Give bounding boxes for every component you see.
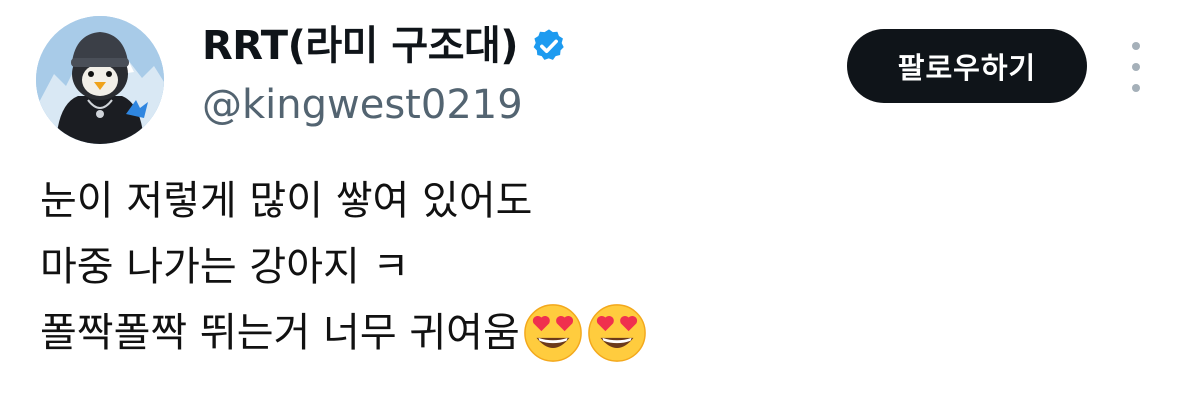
more-dot bbox=[1132, 63, 1140, 71]
tweet-line-text: 마중 나가는 강아지 ㅋ bbox=[40, 244, 410, 290]
tweet-text: 눈이 저렇게 많이 쌓여 있어도 마중 나가는 강아지 ㅋ 폴짝폴짝 뛰는거 너… bbox=[40, 168, 1160, 366]
heart-eyes-emoji-icon bbox=[523, 304, 582, 362]
tweet-line-text: 폴짝폴짝 뛰는거 너무 귀여움 bbox=[40, 310, 520, 356]
verified-badge-icon bbox=[533, 29, 564, 60]
heart-eyes-emoji-icon bbox=[587, 304, 646, 362]
more-vertical-icon[interactable] bbox=[1124, 42, 1148, 92]
name-row: RRT(라미 구조대) bbox=[202, 22, 568, 70]
penguin-avatar-icon bbox=[36, 16, 164, 144]
more-dot bbox=[1132, 84, 1140, 92]
tweet-line-text: 눈이 저렇게 많이 쌓여 있어도 bbox=[40, 178, 533, 224]
follow-button[interactable]: 팔로우하기 bbox=[847, 29, 1087, 103]
more-dot bbox=[1132, 42, 1140, 50]
avatar[interactable] bbox=[36, 16, 164, 144]
tweet-line: 눈이 저렇게 많이 쌓여 있어도 bbox=[40, 168, 1160, 234]
user-handle[interactable]: @kingwest0219 bbox=[202, 80, 523, 130]
display-name[interactable]: RRT(라미 구조대) bbox=[202, 22, 519, 70]
tweet-line: 폴짝폴짝 뛰는거 너무 귀여움 bbox=[40, 300, 1160, 366]
tweet-line: 마중 나가는 강아지 ㅋ bbox=[40, 234, 1160, 300]
